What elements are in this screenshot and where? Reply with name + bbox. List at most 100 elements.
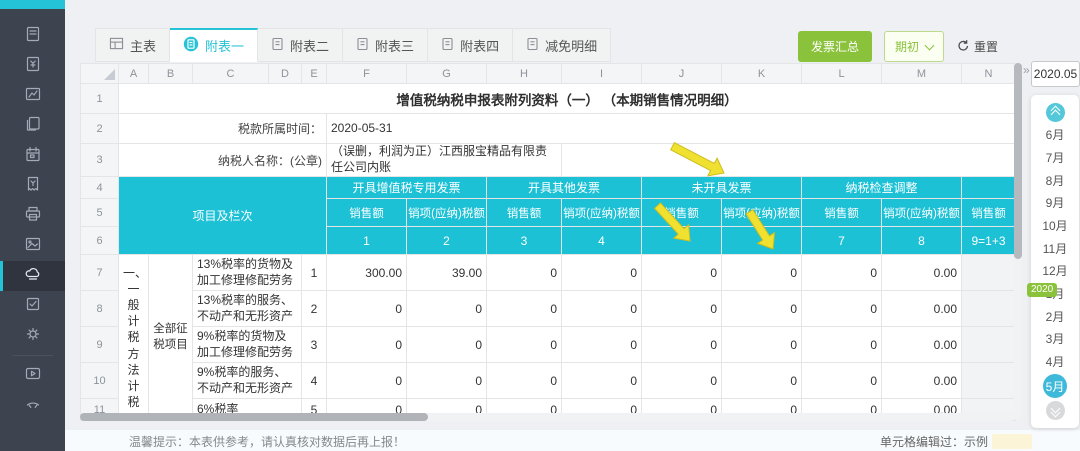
row-header[interactable]: 6 [81, 227, 119, 255]
tab-schedule-4[interactable]: 附表四 [428, 28, 513, 62]
column-header[interactable]: H [487, 64, 562, 84]
row-header[interactable]: 4 [81, 177, 119, 199]
cell-value[interactable]: 39.00 [407, 255, 487, 291]
column-header[interactable]: L [802, 64, 882, 84]
cell-value[interactable]: 0 [327, 291, 407, 327]
row-header[interactable]: 1 [81, 84, 119, 114]
collapse-panel-icon[interactable]: » [1023, 63, 1030, 77]
column-header[interactable]: D [269, 64, 302, 84]
month-item[interactable]: 3月 [1046, 329, 1065, 349]
sidebar-item-voucher[interactable] [0, 171, 65, 201]
reset-button[interactable]: 重置 [956, 38, 998, 55]
month-item-selected[interactable]: 5月 [1043, 374, 1067, 398]
cell-value[interactable]: 0 [407, 291, 487, 327]
month-item[interactable]: 6月 [1046, 125, 1065, 145]
sidebar-item-cash[interactable] [0, 51, 65, 81]
cell-value[interactable]: 0 [327, 363, 407, 399]
cell-value[interactable]: 0 [802, 291, 882, 327]
column-header[interactable]: A [119, 64, 149, 84]
cell-value[interactable]: 0 [722, 255, 802, 291]
sidebar-item-tax-filing[interactable] [0, 261, 65, 291]
cell-value[interactable]: 0 [562, 327, 642, 363]
sidebar-item-service[interactable] [0, 390, 65, 420]
cell-value[interactable]: 0 [802, 255, 882, 291]
column-header[interactable]: E [302, 64, 327, 84]
cell-value[interactable]: 0 [487, 363, 562, 399]
period-initial-dropdown[interactable]: 期初 [884, 31, 944, 62]
cell-value[interactable]: 0 [642, 327, 722, 363]
month-item[interactable]: 11月 [1043, 238, 1067, 258]
sidebar-item-ledger[interactable] [0, 21, 65, 51]
cell-value[interactable]: 0 [722, 363, 802, 399]
cell-value[interactable]: 0 [562, 255, 642, 291]
month-item[interactable]: 8月 [1046, 170, 1065, 190]
cell-value[interactable]: 0 [487, 327, 562, 363]
sidebar-item-statements[interactable] [0, 231, 65, 261]
sidebar-item-checkout[interactable] [0, 291, 65, 321]
sidebar-item-reports[interactable] [0, 81, 65, 111]
cell-value[interactable]: 0 [642, 255, 722, 291]
cell-value[interactable]: 0 [407, 327, 487, 363]
cell-value[interactable]: 0 [562, 291, 642, 327]
cell-value[interactable]: 0 [407, 363, 487, 399]
current-period-box[interactable]: 2020.05 [1031, 61, 1080, 87]
period-value-cell[interactable]: 2020-05-31 [327, 114, 1016, 144]
cell-value[interactable]: 0.00 [882, 255, 962, 291]
month-item[interactable]: 12月 [1042, 261, 1067, 281]
cell-value[interactable]: 0 [642, 291, 722, 327]
column-header[interactable]: G [407, 64, 487, 84]
sidebar-item-calendar[interactable] [0, 141, 65, 171]
month-item[interactable]: 10月 [1042, 215, 1067, 235]
horizontal-scrollbar-thumb[interactable] [80, 413, 428, 421]
column-header[interactable]: N [962, 64, 1016, 84]
column-header[interactable]: K [722, 64, 802, 84]
cell-value[interactable]: 0 [802, 327, 882, 363]
cell-value[interactable]: 0 [487, 291, 562, 327]
cell-value[interactable]: 0 [562, 363, 642, 399]
cell-value[interactable]: 0.00 [882, 327, 962, 363]
month-item[interactable]: 7月 [1046, 147, 1065, 167]
month-item[interactable]: 9月 [1046, 193, 1065, 213]
tab-schedule-2[interactable]: 附表二 [258, 28, 343, 62]
row-header[interactable]: 2 [81, 114, 119, 144]
taxpayer-value-cell[interactable]: （误删，利润为正）江西服宝精品有限责任公司内账 [327, 144, 562, 177]
select-all-corner[interactable] [81, 64, 119, 84]
tab-main-sheet[interactable]: 主表 [95, 28, 170, 62]
row-header[interactable]: 3 [81, 144, 119, 177]
cell-value[interactable]: 0 [642, 363, 722, 399]
column-header[interactable]: F [327, 64, 407, 84]
column-header[interactable]: I [562, 64, 642, 84]
sidebar-item-documents[interactable] [0, 111, 65, 141]
cell-value[interactable]: 0 [327, 327, 407, 363]
tab-schedule-1[interactable]: 附表一 [170, 28, 258, 62]
cell-value[interactable]: 0.00 [882, 291, 962, 327]
sidebar-item-invoice[interactable] [0, 201, 65, 231]
cell-value[interactable]: 0.00 [882, 363, 962, 399]
cell-value[interactable]: 300.00 [327, 255, 407, 291]
scroll-down-icon[interactable] [1046, 401, 1065, 420]
outside-cell [962, 255, 1016, 291]
cell-value[interactable]: 0 [722, 291, 802, 327]
sidebar-item-settings[interactable] [0, 321, 65, 351]
vertical-scrollbar-thumb[interactable] [1014, 63, 1022, 259]
row-header[interactable]: 9 [81, 327, 119, 363]
column-header[interactable]: C [193, 64, 269, 84]
column-header[interactable]: B [149, 64, 193, 84]
row-header[interactable]: 5 [81, 199, 119, 227]
sidebar-item-tutorial[interactable] [0, 360, 65, 390]
scroll-up-icon[interactable] [1046, 103, 1065, 122]
column-header[interactable]: J [642, 64, 722, 84]
row-header[interactable]: 10 [81, 363, 119, 399]
row-header[interactable]: 7 [81, 255, 119, 291]
row-header[interactable]: 8 [81, 291, 119, 327]
month-item[interactable]: 4月 [1046, 352, 1065, 372]
cell-value[interactable]: 0 [722, 327, 802, 363]
empty-cell[interactable] [562, 144, 1016, 177]
invoice-summary-button[interactable]: 发票汇总 [798, 31, 872, 62]
month-item[interactable]: 2月 [1046, 306, 1065, 326]
tab-schedule-3[interactable]: 附表三 [343, 28, 428, 62]
tab-exemption-detail[interactable]: 减免明细 [513, 28, 611, 62]
cell-value[interactable]: 0 [487, 255, 562, 291]
cell-value[interactable]: 0 [802, 363, 882, 399]
column-header[interactable]: M [882, 64, 962, 84]
